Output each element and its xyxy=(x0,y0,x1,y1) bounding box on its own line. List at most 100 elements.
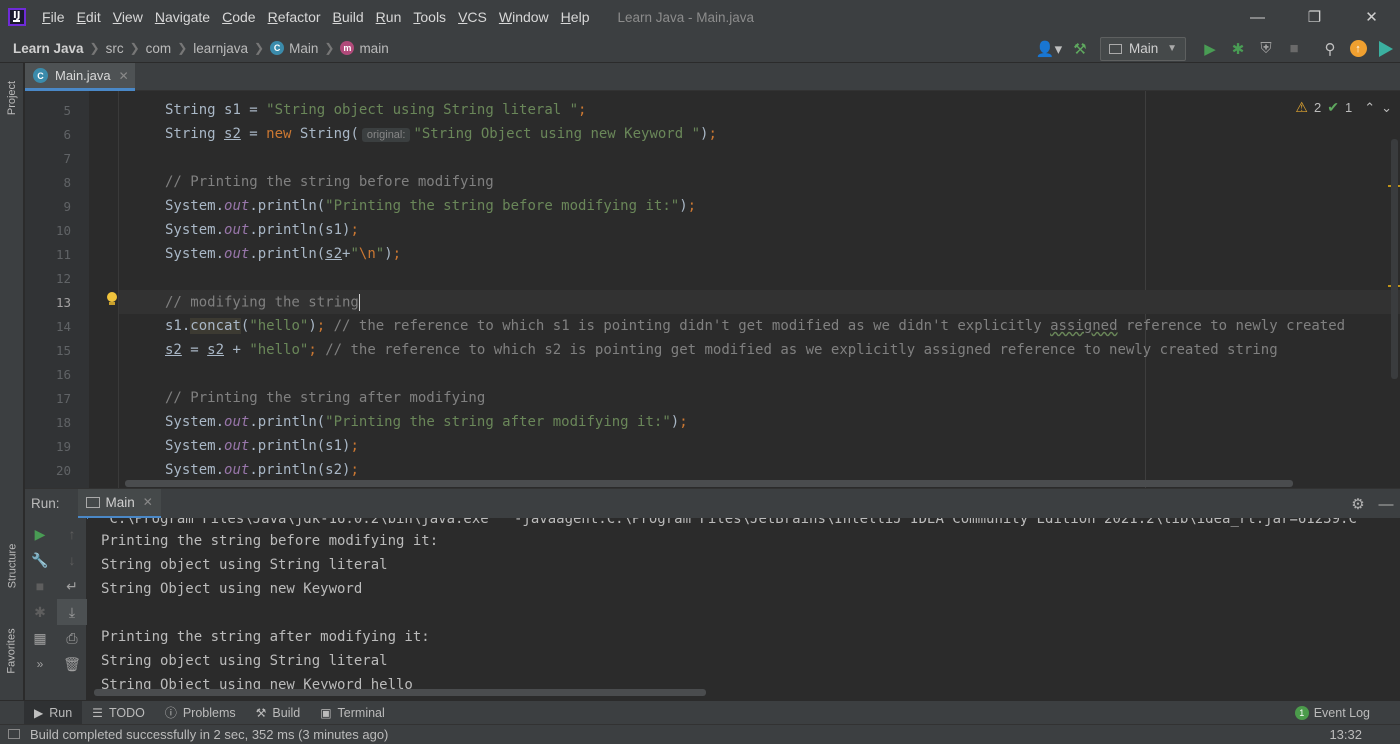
run-icon[interactable]: ▶ xyxy=(1196,35,1224,63)
print-icon[interactable]: ⎙ xyxy=(57,625,87,651)
favorites-tool-tab[interactable]: Favorites xyxy=(0,613,24,688)
line-number[interactable]: 16 xyxy=(25,367,71,382)
code-editor[interactable]: 5 String s1 = "String object using String… xyxy=(25,91,1400,488)
code-line[interactable]: 8 // Printing the string before modifying xyxy=(25,170,1400,194)
tool-windows-toggle-icon[interactable] xyxy=(8,729,20,739)
arrow-down-icon[interactable]: ↓ xyxy=(57,547,87,573)
expand-icon[interactable]: » xyxy=(25,651,55,677)
code-line[interactable]: 6 String s2 = new String(original: "String… xyxy=(25,122,1400,146)
hide-panel-icon[interactable]: — xyxy=(1372,490,1400,518)
run-tab-main[interactable]: Main ✕ xyxy=(77,488,161,519)
crumb-package[interactable]: learnjava xyxy=(193,41,248,56)
jetbrains-toolbox-icon[interactable] xyxy=(1372,35,1400,63)
menu-refactor[interactable]: Refactor xyxy=(262,9,327,25)
rerun-icon[interactable]: ▶ xyxy=(25,521,55,547)
menu-file[interactable]: File xyxy=(36,9,71,25)
trash-icon[interactable]: 🗑 xyxy=(57,651,87,677)
code-line[interactable]: 7 xyxy=(25,146,1400,170)
scroll-to-end-icon[interactable]: ⤓ xyxy=(57,599,87,625)
line-number[interactable]: 20 xyxy=(25,463,71,478)
code-line[interactable]: 5 String s1 = "String object using String… xyxy=(25,98,1400,122)
terminal-tool-button[interactable]: ▣ Terminal xyxy=(310,701,395,725)
menu-run[interactable]: Run xyxy=(370,9,408,25)
console-output[interactable]: "C:\Program Files\Java\jdk-16.0.2\bin\ja… xyxy=(88,518,1400,700)
line-number[interactable]: 8 xyxy=(25,175,71,190)
editor-horizontal-scrollbar[interactable] xyxy=(125,480,1293,487)
menu-vcs[interactable]: VCS xyxy=(452,9,493,25)
structure-tool-tab[interactable]: Structure xyxy=(0,528,24,603)
update-icon[interactable]: ↑ xyxy=(1344,35,1372,63)
menu-code[interactable]: Code xyxy=(216,9,261,25)
code-line[interactable]: 11 System.out.println(s2+"\n"); xyxy=(25,242,1400,266)
line-number[interactable]: 11 xyxy=(25,247,71,262)
soft-wrap-icon[interactable]: ↵ xyxy=(57,573,87,599)
caret-position[interactable]: 13:32 xyxy=(1329,727,1362,742)
line-number[interactable]: 19 xyxy=(25,439,71,454)
code-line[interactable]: 9 System.out.println("Printing the string… xyxy=(25,194,1400,218)
todo-tool-button[interactable]: ☰ TODO xyxy=(82,701,155,725)
code-line[interactable]: 17 // Printing the string after modifying xyxy=(25,386,1400,410)
crumb-class[interactable]: C Main xyxy=(270,41,318,56)
code-line[interactable]: 12 xyxy=(25,266,1400,290)
crumb-com[interactable]: com xyxy=(146,41,172,56)
menu-edit[interactable]: Edit xyxy=(71,9,107,25)
code-line[interactable]: 13 // modifying the string xyxy=(25,290,1400,314)
line-number[interactable]: 7 xyxy=(25,151,71,166)
project-tool-tab[interactable]: Project xyxy=(0,67,24,129)
build-hammer-icon[interactable]: ⚒ xyxy=(1066,35,1094,63)
line-number[interactable]: 10 xyxy=(25,223,71,238)
coverage-icon[interactable]: ⛨ xyxy=(1252,35,1280,63)
crumb-project[interactable]: Learn Java xyxy=(13,41,84,56)
event-log-button[interactable]: 1 Event Log xyxy=(1294,701,1370,725)
line-number[interactable]: 12 xyxy=(25,271,71,286)
inspection-widget[interactable]: ⚠ 2 ✔ 1 ⌃ ⌄ xyxy=(1295,99,1392,116)
line-number[interactable]: 5 xyxy=(25,103,71,118)
problems-tool-button[interactable]: ⓘ Problems xyxy=(155,701,246,725)
crumb-src[interactable]: src xyxy=(106,41,124,56)
code-line[interactable]: 16 xyxy=(25,362,1400,386)
line-number[interactable]: 9 xyxy=(25,199,71,214)
console-horizontal-scrollbar[interactable] xyxy=(94,689,706,696)
code-line[interactable]: 18 System.out.println("Printing the strin… xyxy=(25,410,1400,434)
menu-view[interactable]: View xyxy=(107,9,149,25)
menu-help[interactable]: Help xyxy=(555,9,596,25)
run-tool-button[interactable]: ▶ Run xyxy=(24,700,83,725)
menu-build[interactable]: Build xyxy=(327,9,370,25)
layout-icon[interactable]: ▦ xyxy=(25,625,55,651)
line-number[interactable]: 6 xyxy=(25,127,71,142)
debug-icon[interactable]: ✱ xyxy=(1224,35,1252,63)
line-number[interactable]: 18 xyxy=(25,415,71,430)
search-icon[interactable]: ⚲ xyxy=(1316,35,1344,63)
line-number[interactable]: 15 xyxy=(25,343,71,358)
code-line[interactable]: 14 s1.concat("hello"); // the reference t… xyxy=(25,314,1400,338)
code-line[interactable]: 15 s2 = s2 + "hello"; // the reference to… xyxy=(25,338,1400,362)
close-icon[interactable]: ✕ xyxy=(1343,0,1400,34)
restore-icon[interactable]: ❐ xyxy=(1286,0,1343,34)
crumb-method[interactable]: m main xyxy=(340,41,389,56)
menu-tools[interactable]: Tools xyxy=(407,9,452,25)
build-tool-button[interactable]: ⚒ Build xyxy=(246,701,311,725)
user-icon[interactable]: 👤▾ xyxy=(1032,35,1066,63)
code-line[interactable]: 20 System.out.println(s2); xyxy=(25,458,1400,482)
close-icon[interactable]: ✕ xyxy=(143,495,153,509)
code-line[interactable]: 10 System.out.println(s1); xyxy=(25,218,1400,242)
next-highlight-icon[interactable]: ⌄ xyxy=(1381,100,1392,116)
code-line[interactable]: 19 System.out.println(s1); xyxy=(25,434,1400,458)
run-config-select[interactable]: Main ▼ xyxy=(1100,36,1186,61)
menu-navigate[interactable]: Navigate xyxy=(149,9,216,25)
close-icon[interactable]: ✕ xyxy=(119,69,129,83)
wrench-icon[interactable]: 🔧 xyxy=(25,547,55,573)
arrow-up-icon[interactable]: ↑ xyxy=(57,521,87,547)
minimize-icon[interactable]: — xyxy=(1229,0,1286,34)
stop-icon[interactable]: ■ xyxy=(25,573,55,599)
menu-window[interactable]: Window xyxy=(493,9,555,25)
stop-icon[interactable]: ■ xyxy=(1280,35,1308,63)
status-message[interactable]: Build completed successfully in 2 sec, 3… xyxy=(30,727,388,742)
debug-disabled-icon[interactable]: ✱ xyxy=(25,599,55,625)
lightbulb-icon[interactable] xyxy=(106,292,118,306)
line-number[interactable]: 13 xyxy=(25,295,71,310)
line-number[interactable]: 14 xyxy=(25,319,71,334)
line-number[interactable]: 17 xyxy=(25,391,71,406)
previous-highlight-icon[interactable]: ⌃ xyxy=(1364,100,1375,116)
editor-vertical-scrollbar[interactable] xyxy=(1391,139,1398,379)
